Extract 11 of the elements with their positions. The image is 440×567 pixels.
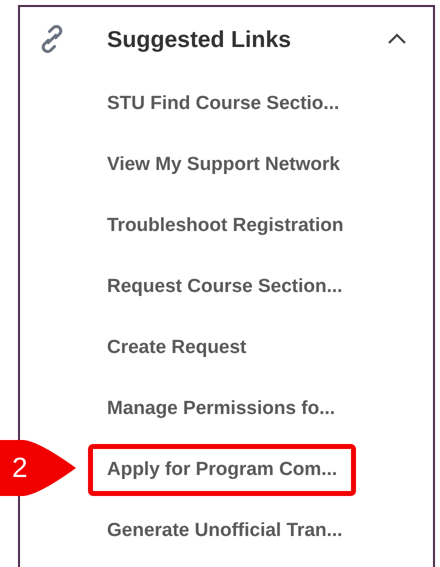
suggested-link[interactable]: Create Request: [88, 322, 266, 374]
callout-badge: 2: [0, 440, 76, 496]
chevron-up-icon[interactable]: [387, 33, 407, 45]
panel-title: Suggested Links: [107, 26, 292, 52]
suggested-link[interactable]: STU Find Course Sectio...: [88, 78, 358, 130]
suggested-link[interactable]: Request Course Section...: [88, 261, 362, 313]
suggested-link[interactable]: Apply for Program Com...: [88, 444, 356, 496]
suggested-link[interactable]: Troubleshoot Registration: [88, 200, 362, 252]
suggested-link[interactable]: Manage Permissions fo...: [88, 383, 354, 435]
suggested-link[interactable]: Generate Unofficial Tran...: [88, 505, 362, 557]
suggested-link[interactable]: View My Support Network: [88, 139, 359, 191]
